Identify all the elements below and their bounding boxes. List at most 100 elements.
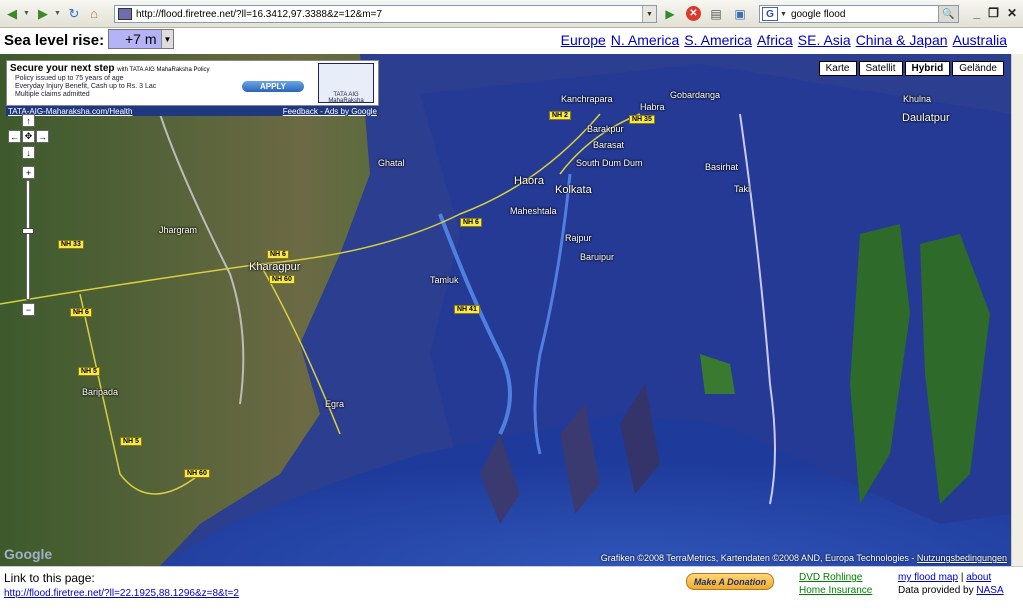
region-link-australia[interactable]: Australia [953, 32, 1007, 48]
reload-icon[interactable]: ↻ [65, 5, 83, 23]
map-label: Taki [734, 184, 751, 194]
region-link-china-japan[interactable]: China & Japan [856, 32, 948, 48]
ad-link-dvd[interactable]: DVD Rohlinge [799, 571, 872, 584]
map-type-hybrid[interactable]: Hybrid [904, 61, 951, 76]
map-label: Kolkata [555, 184, 592, 196]
url-bar[interactable]: http://flood.firetree.net/?ll=16.3412,97… [114, 5, 657, 23]
donate-button[interactable]: Make A Donation [686, 573, 774, 590]
nasa-link[interactable]: NASA [976, 585, 1003, 596]
region-link-europe[interactable]: Europe [561, 32, 606, 48]
page-link-url[interactable]: http://flood.firetree.net/?ll=22.1925,88… [4, 588, 239, 599]
pan-center-icon[interactable]: ✥ [22, 130, 35, 143]
map-label: Habra [640, 102, 665, 112]
map-label: Ghatal [378, 158, 405, 168]
map-label: Kanchrapara [561, 94, 613, 104]
back-dropdown-icon[interactable]: ▼ [23, 10, 31, 17]
copyright-text: Grafiken ©2008 TerraMetrics, Kartendaten… [600, 553, 915, 563]
ad-line: Multiple claims admitted [15, 91, 90, 98]
go-icon[interactable]: ▶ [661, 5, 679, 23]
restore-icon[interactable]: ❐ [988, 6, 999, 20]
zoom-in-icon[interactable]: + [22, 166, 35, 179]
map-label: Basirhat [705, 162, 739, 172]
road-shield: NH 6 [267, 250, 289, 259]
sea-level-value[interactable]: +7 m [109, 31, 161, 47]
browser-window: ◀ ▼ ▶ ▼ ↻ ⌂ http://flood.firetree.net/?l… [0, 0, 1023, 614]
map-type-satellit[interactable]: Satellit [858, 61, 903, 76]
page-footer: Link to this page: http://flood.firetree… [0, 566, 1023, 614]
zoom-slider[interactable] [22, 180, 34, 300]
region-link-africa[interactable]: Africa [757, 32, 793, 48]
ad-link-insurance[interactable]: Home Insurance [799, 584, 872, 597]
google-logo: Google [4, 546, 53, 562]
pan-up-icon[interactable]: ↑ [22, 114, 35, 127]
page-icon[interactable]: ▣ [731, 5, 749, 23]
road-shield: NH 33 [58, 240, 84, 249]
map-label: Baripada [82, 387, 119, 397]
close-icon[interactable]: ✕ [1007, 6, 1017, 20]
map-label: Jhargram [159, 225, 198, 235]
search-input[interactable]: google flood [791, 9, 846, 20]
sea-level-select[interactable]: +7 m ▼ [108, 29, 174, 49]
map-type-karte[interactable]: Karte [818, 61, 857, 76]
minimize-icon[interactable]: _ [973, 6, 980, 20]
terms-link[interactable]: Nutzungsbedingungen [917, 553, 1007, 563]
zoom-slider-handle[interactable] [22, 228, 34, 234]
ad-apply-button[interactable]: APPLY [242, 81, 304, 92]
ad-links: DVD Rohlinge Home Insurance [799, 571, 872, 597]
road-shield: NH 5 [78, 367, 100, 376]
ad-logo: TATA AIG MahaRaksha [318, 63, 374, 104]
ad-banner[interactable]: Secure your next step with TATA AIG Maha… [6, 60, 379, 106]
ad-feedback-link[interactable]: Feedback - Ads by Google [283, 107, 377, 116]
road-shield: NH 6 [460, 218, 482, 227]
map-navigation: ↑ ← ✥ → ↓ + − [8, 114, 49, 316]
forward-dropdown-icon[interactable]: ▼ [54, 10, 62, 17]
map-copyright: Grafiken ©2008 TerraMetrics, Kartendaten… [601, 553, 1007, 563]
search-engine-icon[interactable]: G [762, 7, 778, 21]
page-scrollbar[interactable] [1011, 54, 1023, 566]
map-imagery [0, 54, 1011, 566]
chevron-down-icon[interactable]: ▼ [161, 30, 173, 48]
search-go-icon[interactable]: 🔍 [938, 6, 958, 22]
region-link-n-america[interactable]: N. America [611, 32, 679, 48]
region-link-s-america[interactable]: S. America [684, 32, 752, 48]
zoom-out-icon[interactable]: − [22, 303, 35, 316]
page-header: Sea level rise: +7 m ▼ Europe N. America… [0, 28, 1023, 54]
window-controls: _ ❐ ✕ [973, 6, 1017, 20]
url-text[interactable]: http://flood.firetree.net/?ll=16.3412,97… [136, 9, 382, 20]
pan-left-icon[interactable]: ← [8, 130, 21, 143]
search-engine-dropdown-icon[interactable]: ▼ [780, 11, 787, 18]
ad-line: Policy issued up to 75 years of age [15, 75, 124, 82]
region-links: Europe N. America S. America Africa SE. … [561, 32, 1007, 48]
site-links: my flood map | about Data provided by NA… [898, 571, 1004, 597]
road-shield: NH 41 [454, 305, 480, 314]
map-type-gelande[interactable]: Gelände [952, 61, 1004, 76]
road-shield: NH 60 [184, 469, 210, 478]
ad-line: Everyday Injury Benefit, Cash up to Rs. … [15, 83, 157, 90]
road-shield: NH 35 [629, 115, 655, 124]
road-shield: NH 60 [269, 275, 295, 284]
pan-right-icon[interactable]: → [36, 130, 49, 143]
map-label: Haora [514, 175, 544, 187]
search-bar[interactable]: G ▼ google flood 🔍 [759, 5, 959, 23]
forward-icon[interactable]: ▶ [34, 5, 52, 23]
map-label: Rajpur [565, 233, 592, 243]
map-type-controls: Karte Satellit Hybrid Gelände [818, 61, 1004, 76]
map-label: Kharagpur [249, 261, 301, 273]
my-flood-map-link[interactable]: my flood map [898, 572, 958, 583]
region-link-se-asia[interactable]: SE. Asia [798, 32, 851, 48]
home-icon[interactable]: ⌂ [85, 5, 103, 23]
pan-down-icon[interactable]: ↓ [22, 146, 35, 159]
map-label: Barasat [593, 140, 625, 150]
about-link[interactable]: about [966, 572, 991, 583]
ad-title[interactable]: Secure your next step with TATA AIG Maha… [10, 63, 210, 74]
print-icon[interactable]: ▤ [707, 5, 725, 23]
stop-icon[interactable]: ✕ [686, 6, 701, 21]
road-shield: NH 6 [70, 308, 92, 317]
map-label: Daulatpur [902, 112, 950, 124]
data-credit-text: Data provided by [898, 585, 974, 596]
url-dropdown-icon[interactable]: ▼ [642, 6, 656, 22]
road-shield: NH 5 [120, 437, 142, 446]
zoom-slider-track[interactable] [26, 180, 30, 300]
back-icon[interactable]: ◀ [3, 5, 21, 23]
flood-map[interactable]: Secure your next step with TATA AIG Maha… [0, 54, 1011, 566]
